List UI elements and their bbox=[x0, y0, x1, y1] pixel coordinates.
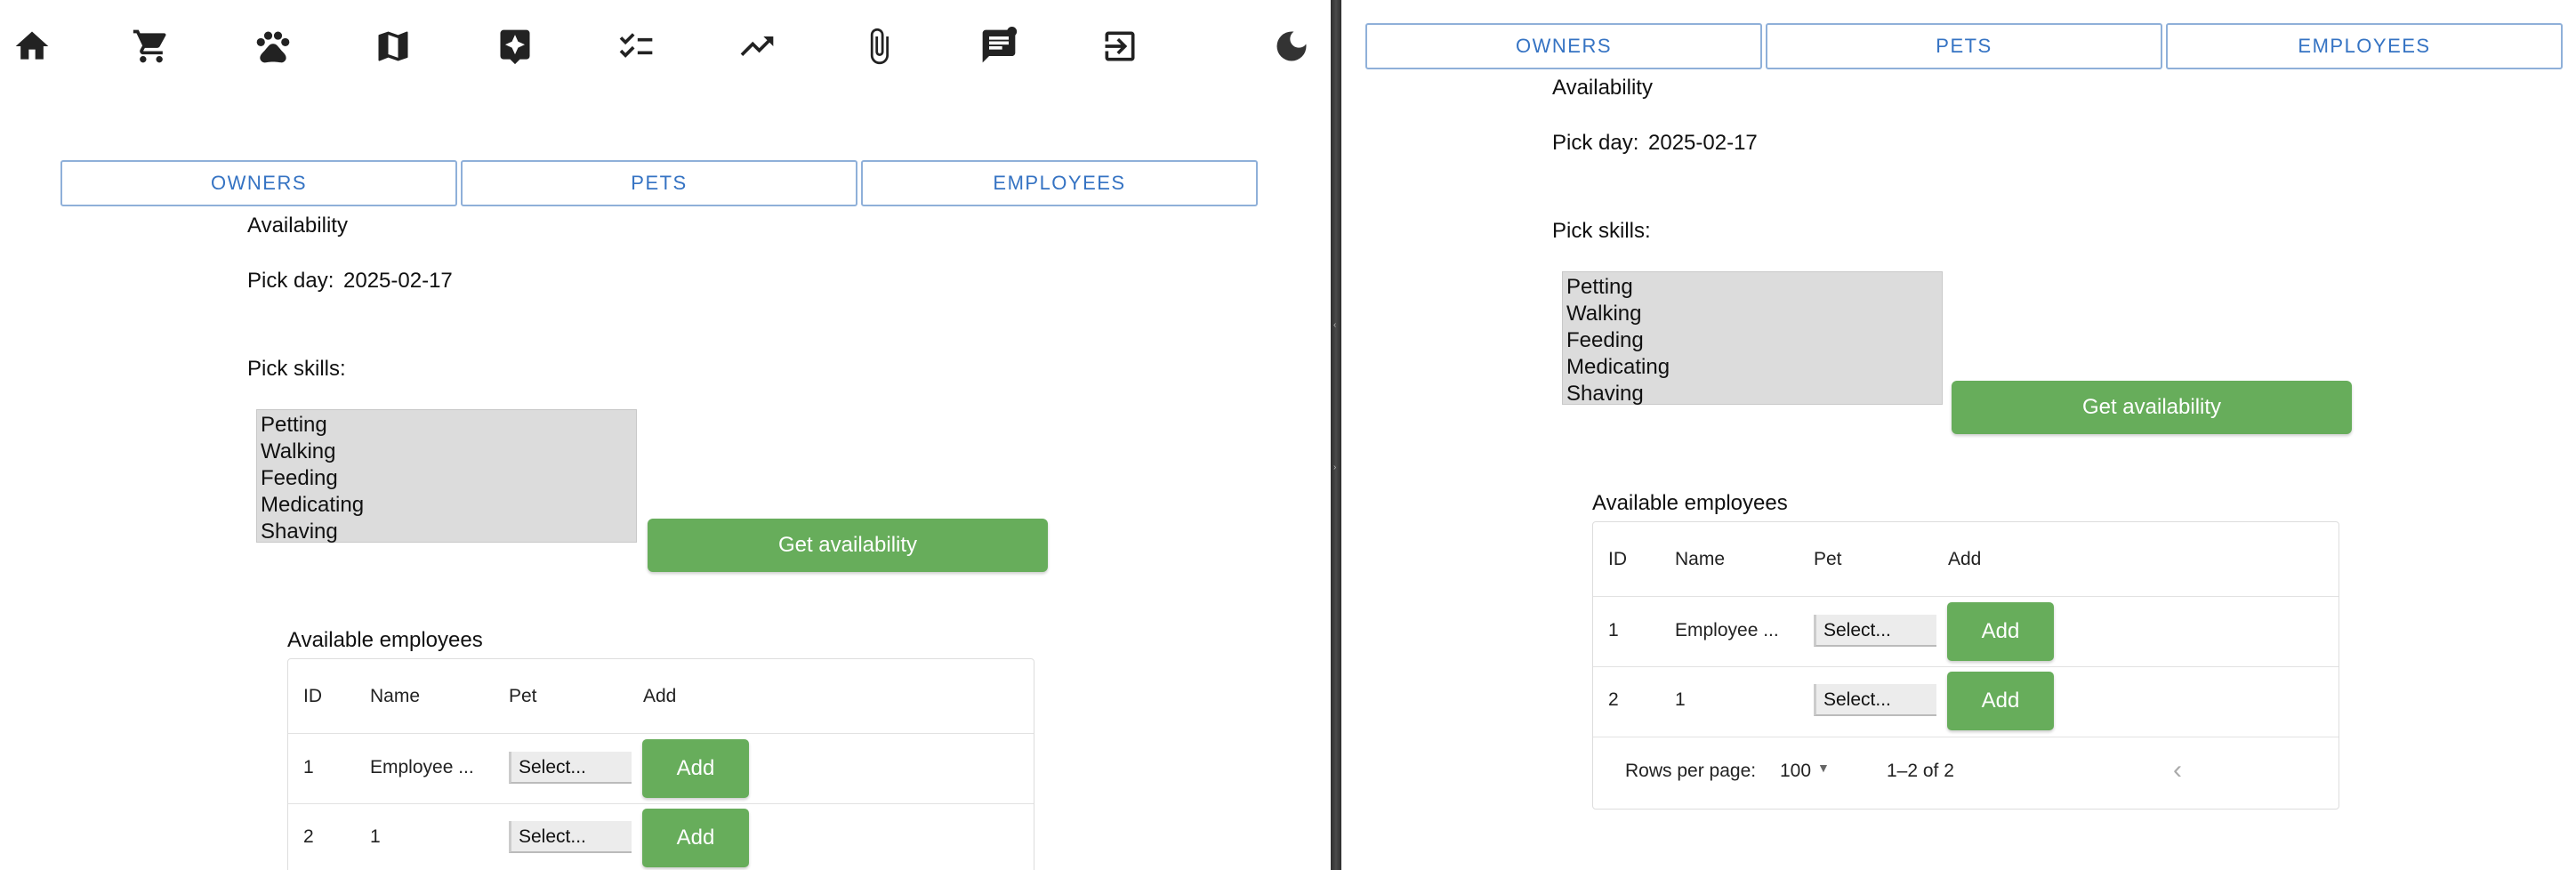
pick-skills-label: Pick skills: bbox=[247, 357, 346, 381]
row-divider bbox=[1593, 666, 2339, 667]
available-employees-title: Available employees bbox=[287, 628, 483, 652]
skills-listbox[interactable]: Petting Walking Feeding Medicating Shavi… bbox=[1562, 271, 1943, 407]
skill-option[interactable]: Petting bbox=[261, 412, 632, 439]
tab-pets[interactable]: PETS bbox=[1766, 23, 2162, 69]
column-header-name: Name bbox=[1675, 549, 1726, 569]
tab-employees[interactable]: EMPLOYEES bbox=[2166, 23, 2563, 69]
dark-mode-icon[interactable] bbox=[1272, 27, 1311, 66]
map-icon[interactable] bbox=[374, 27, 413, 66]
skills-listbox[interactable]: Petting Walking Feeding Medicating Shavi… bbox=[256, 409, 637, 545]
skill-option[interactable]: Walking bbox=[1566, 301, 1938, 327]
pagination-range: 1–2 of 2 bbox=[1887, 761, 1954, 781]
main-tabs: OWNERS PETS EMPLOYEES bbox=[1365, 23, 2566, 69]
home-icon[interactable] bbox=[12, 27, 52, 66]
pick-day-label: Pick day: bbox=[247, 269, 334, 293]
cell-id: 1 bbox=[303, 757, 314, 777]
rows-per-page-label: Rows per page: bbox=[1625, 761, 1757, 781]
column-header-add: Add bbox=[643, 686, 677, 706]
left-window: OWNERS PETS EMPLOYEES Availability Pick … bbox=[0, 0, 1331, 870]
skill-option[interactable]: Shaving bbox=[1566, 381, 1938, 407]
get-availability-button[interactable]: Get availability bbox=[648, 519, 1048, 572]
row-divider bbox=[1593, 596, 2339, 597]
row-divider bbox=[288, 803, 1034, 804]
add-button[interactable]: Add bbox=[1947, 602, 2054, 661]
column-header-pet: Pet bbox=[509, 686, 537, 706]
column-header-id: ID bbox=[303, 686, 322, 706]
cell-name: Employee ... bbox=[370, 757, 474, 777]
divider-grip-icon: › bbox=[1333, 463, 1337, 472]
cell-id: 1 bbox=[1608, 620, 1619, 640]
main-tabs: OWNERS PETS EMPLOYEES bbox=[60, 160, 1261, 206]
column-header-name: Name bbox=[370, 686, 421, 706]
skill-option[interactable]: Medicating bbox=[1566, 354, 1938, 381]
rows-per-page-select[interactable]: 100 bbox=[1780, 761, 1811, 782]
previous-page-icon[interactable]: ‹ bbox=[2173, 755, 2182, 785]
skill-option[interactable]: Feeding bbox=[261, 465, 632, 492]
cart-icon[interactable] bbox=[132, 27, 171, 66]
icon-toolbar bbox=[0, 18, 1331, 80]
availability-heading: Availability bbox=[247, 213, 348, 238]
pick-skills-label: Pick skills: bbox=[1552, 219, 1651, 243]
cell-id: 2 bbox=[1608, 689, 1619, 710]
employees-table: ID Name Pet Add 1 Employee ... Select...… bbox=[1592, 521, 2339, 810]
skill-option[interactable]: Medicating bbox=[261, 492, 632, 519]
pet-select[interactable]: Select... bbox=[1814, 615, 1936, 647]
paw-icon[interactable] bbox=[254, 27, 293, 66]
pick-day-label: Pick day: bbox=[1552, 131, 1639, 155]
skill-option[interactable]: Walking bbox=[261, 439, 632, 465]
pet-select[interactable]: Select... bbox=[509, 752, 632, 784]
pet-select[interactable]: Select... bbox=[1814, 684, 1936, 716]
logout-icon[interactable] bbox=[1100, 27, 1139, 66]
tab-pets[interactable]: PETS bbox=[461, 160, 857, 206]
cell-id: 2 bbox=[303, 826, 314, 847]
add-button[interactable]: Add bbox=[642, 809, 749, 867]
divider-grip-icon: ‹ bbox=[1333, 320, 1337, 330]
skill-option[interactable]: Petting bbox=[1566, 274, 1938, 301]
pick-day-input[interactable]: 2025-02-17 bbox=[343, 269, 453, 294]
trending-up-icon[interactable] bbox=[737, 27, 777, 66]
cell-name: 1 bbox=[370, 826, 381, 847]
skill-option[interactable]: Shaving bbox=[261, 519, 632, 545]
column-header-pet: Pet bbox=[1814, 549, 1842, 569]
row-divider bbox=[288, 733, 1034, 734]
get-availability-button[interactable]: Get availability bbox=[1952, 381, 2352, 434]
window-divider[interactable]: ‹ › bbox=[1331, 0, 1341, 870]
cell-name: Employee ... bbox=[1675, 620, 1779, 640]
feedback-icon[interactable] bbox=[979, 27, 1018, 66]
checklist-icon[interactable] bbox=[616, 27, 656, 66]
availability-heading: Availability bbox=[1552, 76, 1653, 100]
column-header-id: ID bbox=[1608, 549, 1627, 569]
tab-owners[interactable]: OWNERS bbox=[1365, 23, 1762, 69]
cell-name: 1 bbox=[1675, 689, 1686, 710]
star-chat-icon[interactable] bbox=[495, 27, 535, 66]
add-button[interactable]: Add bbox=[1947, 672, 2054, 730]
add-button[interactable]: Add bbox=[642, 739, 749, 798]
pick-day-input[interactable]: 2025-02-17 bbox=[1648, 131, 1758, 156]
tab-employees[interactable]: EMPLOYEES bbox=[861, 160, 1258, 206]
pet-select[interactable]: Select... bbox=[509, 821, 632, 853]
skill-option[interactable]: Feeding bbox=[1566, 327, 1938, 354]
column-header-add: Add bbox=[1948, 549, 1982, 569]
employees-table: ID Name Pet Add 1 Employee ... Select...… bbox=[287, 658, 1034, 870]
right-window: OWNERS PETS EMPLOYEES Availability Pick … bbox=[1341, 0, 2576, 870]
chevron-down-icon[interactable]: ▼ bbox=[1817, 761, 1830, 775]
available-employees-title: Available employees bbox=[1592, 491, 1788, 515]
tab-owners[interactable]: OWNERS bbox=[60, 160, 457, 206]
attachment-icon[interactable] bbox=[859, 27, 898, 66]
